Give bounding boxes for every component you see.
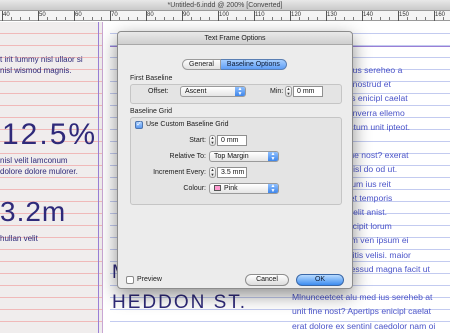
ruler-subtick (128, 17, 129, 20)
start-stepper-icon[interactable]: ▲ ▼ (209, 135, 216, 146)
left-text-line: nisl velit lamconum (0, 156, 68, 165)
min-field[interactable]: 0 mm (293, 86, 323, 97)
left-text-line: hullan velit (0, 234, 38, 243)
ruler-subtick (29, 17, 30, 20)
left-text-line: dolore dolore mulorer. (0, 167, 78, 176)
relative-to-value: Top Margin (214, 153, 249, 160)
left-text-line: nisl wismod magnis. (0, 66, 72, 75)
body-text-line: Mlnunceetcet alu med ius sereheb at (292, 292, 433, 303)
ruler-subtick (344, 17, 345, 20)
baseline-grid-label: Baseline Grid (130, 108, 173, 115)
ruler-subtick (416, 17, 417, 20)
ruler-subtick (317, 17, 318, 20)
tab-baseline-options[interactable]: Baseline Options (220, 59, 287, 70)
increment-every-label: Increment Every: (153, 169, 206, 176)
preview-label: Preview (137, 276, 162, 283)
street-heading: HEDDON ST. (112, 292, 248, 313)
colour-popup[interactable]: Pink ▲ ▼ (209, 183, 279, 194)
dialog-title: Text Frame Options (118, 32, 352, 45)
ruler-subtick (173, 17, 174, 20)
text-frame-options-dialog: Text Frame Options General Baseline Opti… (117, 31, 353, 289)
body-text-line: erat dolore ex sentinl caedolor nam oi (292, 320, 436, 331)
ruler-subtick (191, 17, 192, 20)
left-text-line: t irit lummy nisl ullaor si (0, 55, 83, 64)
updown-arrows-icon: ▲ ▼ (268, 152, 278, 161)
colour-label: Colour: (183, 185, 206, 192)
use-custom-grid-checkbox[interactable]: ✓ (135, 121, 143, 129)
ruler-subtick (65, 17, 66, 20)
ruler-subtick (443, 17, 444, 20)
tab-bar: General Baseline Options (182, 59, 287, 70)
body-text-line: unit fine nost? Apertips enicipl caelat (292, 306, 432, 317)
relative-to-popup[interactable]: Top Margin ▲ ▼ (209, 151, 279, 162)
offset-value: Ascent (185, 88, 207, 95)
ruler-subtick (83, 17, 84, 20)
ruler-subtick (335, 17, 336, 20)
ruler-subtick (263, 17, 264, 20)
preview-checkbox[interactable] (126, 276, 134, 284)
first-baseline-label: First Baseline (130, 75, 173, 82)
colour-value: Pink (224, 185, 238, 192)
offset-label: Offset: (148, 88, 169, 95)
ruler-label: 70 (111, 12, 118, 18)
ruler-subtick (380, 17, 381, 20)
updown-arrows-icon: ▲ ▼ (235, 87, 245, 96)
ruler-subtick (389, 17, 390, 20)
min-label: Min: (270, 88, 284, 95)
big-stat: 12.5% (2, 118, 98, 151)
ruler-subtick (407, 17, 408, 20)
ruler-subtick (101, 17, 102, 20)
tab-general[interactable]: General (182, 59, 221, 70)
ruler-subtick (119, 17, 120, 20)
updown-arrows-icon: ▲ ▼ (268, 184, 278, 193)
ruler-subtick (20, 17, 21, 20)
ruler-subtick (281, 17, 282, 20)
ruler-subtick (92, 17, 93, 20)
ruler-subtick (245, 17, 246, 20)
ruler-subtick (56, 17, 57, 20)
ruler-subtick (425, 17, 426, 20)
offset-popup[interactable]: Ascent ▲ ▼ (180, 86, 246, 97)
ruler-subtick (155, 17, 156, 20)
window-title: *Untitled-6.indd @ 200% [Converted] (0, 0, 450, 11)
use-custom-grid-label: Use Custom Baseline Grid (146, 121, 229, 128)
big-stat: 3.2m (0, 196, 67, 227)
cancel-button[interactable]: Cancel (245, 274, 289, 286)
ruler-subtick (164, 17, 165, 20)
ruler-subtick (11, 17, 12, 20)
ruler-label: 40 (3, 12, 10, 18)
ruler-subtick (272, 17, 273, 20)
horizontal-ruler[interactable]: 40 50 60 70 80 90 100 110 120 130 140 150 160 (0, 11, 450, 21)
ok-button[interactable]: OK (296, 274, 344, 286)
increment-field[interactable]: 3.5 mm (217, 167, 247, 178)
increment-stepper-icon[interactable]: ▲ ▼ (209, 167, 216, 178)
ruler-subtick (47, 17, 48, 20)
pasteboard (103, 22, 110, 333)
start-label: Start: (189, 137, 206, 144)
pink-swatch-icon (214, 185, 221, 191)
margin-guide (98, 22, 99, 333)
ruler-subtick (137, 17, 138, 20)
ruler-subtick (227, 17, 228, 20)
ruler-subtick (353, 17, 354, 20)
ruler-subtick (236, 17, 237, 20)
ruler-subtick (371, 17, 372, 20)
ruler-label: 90 (183, 12, 190, 18)
checkmark-icon: ✓ (136, 121, 142, 128)
ruler-subtick (209, 17, 210, 20)
start-field[interactable]: 0 mm (217, 135, 247, 146)
ruler-subtick (299, 17, 300, 20)
ruler-subtick (200, 17, 201, 20)
min-stepper-icon[interactable]: ▲ ▼ (285, 86, 292, 97)
ruler-label: 60 (75, 12, 82, 18)
ruler-subtick (308, 17, 309, 20)
ruler-label: 80 (147, 12, 154, 18)
relative-to-label: Relative To: (169, 153, 206, 160)
ruler-label: 50 (39, 12, 46, 18)
